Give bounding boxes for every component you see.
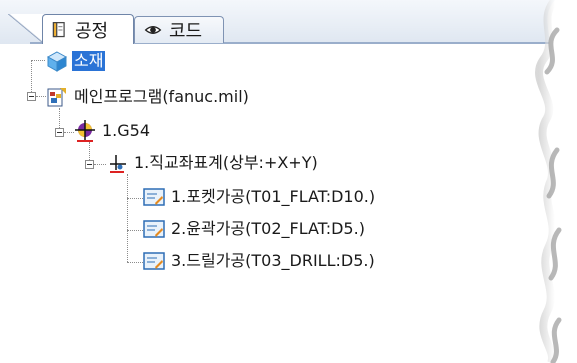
process-tab-icon	[52, 21, 65, 37]
eye-icon	[144, 26, 162, 34]
expand-toggle-main-program[interactable]	[27, 92, 36, 101]
operation-icon	[143, 252, 165, 270]
tree-item-work-coord[interactable]: 1.G54	[74, 120, 152, 142]
tree-item-operation-1-label: 1.포켓가공(T01_FLAT:D10.)	[171, 187, 376, 206]
tree-item-operation-2[interactable]: 2.윤곽가공(T02_FLAT:D5.)	[143, 218, 367, 240]
tree-item-coord-system-label: 1.직교좌표계(상부:+X+Y)	[134, 153, 318, 172]
tree-line	[36, 96, 46, 97]
tab-process-label: 공정	[75, 20, 109, 42]
tree-line	[31, 60, 32, 96]
tab-strip-slant	[8, 14, 44, 44]
tree-line	[127, 262, 143, 263]
tab-strip: 공정 코드	[0, 0, 577, 44]
expand-toggle-coord-system[interactable]	[85, 160, 94, 169]
material-cube-icon	[46, 51, 68, 72]
tree-item-coord-system[interactable]: 1.직교좌표계(상부:+X+Y)	[106, 152, 320, 174]
tab-code[interactable]: 코드	[134, 16, 224, 43]
tree-line	[64, 132, 74, 133]
process-tree: 소재 메인프로그램(fanuc.mil) 1.G54 1.직교좌표계(상부:+X…	[0, 44, 520, 363]
tree-item-main-program-label: 메인프로그램(fanuc.mil)	[74, 87, 249, 106]
tree-item-main-program[interactable]: 메인프로그램(fanuc.mil)	[46, 86, 251, 108]
tree-line	[127, 230, 143, 231]
tree-line	[127, 198, 143, 199]
tree-line	[94, 164, 106, 165]
expand-toggle-work-coord[interactable]	[55, 128, 64, 137]
program-icon	[47, 88, 66, 107]
tab-code-label: 코드	[169, 21, 203, 42]
tree-item-material[interactable]: 소재	[46, 50, 106, 72]
tree-item-operation-3-label: 3.드릴가공(T03_DRILL:D5.)	[171, 251, 375, 270]
axis-icon	[110, 155, 126, 173]
operation-icon	[143, 220, 165, 238]
tab-process[interactable]: 공정	[42, 14, 134, 44]
tree-line	[31, 60, 45, 61]
tree-item-operation-2-label: 2.윤곽가공(T02_FLAT:D5.)	[171, 219, 365, 238]
tree-item-operation-1[interactable]: 1.포켓가공(T01_FLAT:D10.)	[143, 186, 377, 208]
coordinate-origin-icon	[75, 120, 95, 142]
tree-line	[127, 174, 128, 262]
tree-item-work-coord-label: 1.G54	[102, 121, 151, 140]
tree-item-material-label: 소재	[72, 51, 106, 71]
torn-edge-decoration	[535, 0, 577, 363]
tree-item-operation-3[interactable]: 3.드릴가공(T03_DRILL:D5.)	[143, 250, 377, 272]
operation-icon	[143, 188, 165, 206]
